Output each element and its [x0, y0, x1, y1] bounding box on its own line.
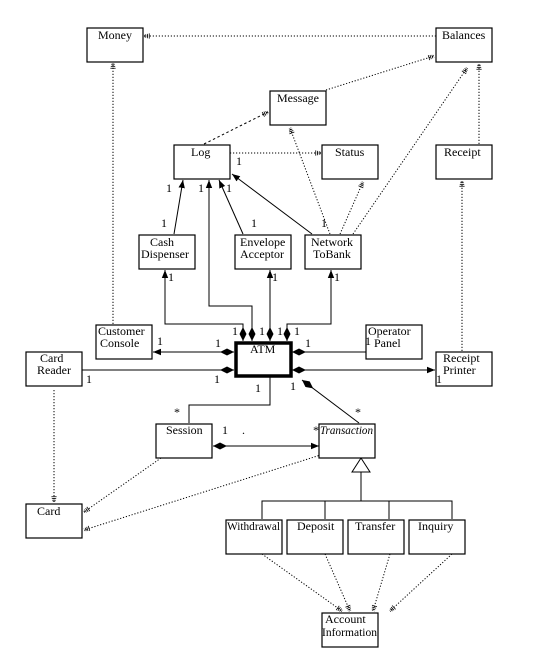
multiplicity: 1 [215, 336, 221, 350]
multiplicity: 1 [259, 324, 265, 338]
svg-text:Console: Console [100, 336, 139, 350]
svg-text:Account: Account [325, 612, 366, 626]
svg-text:Balances: Balances [442, 28, 486, 42]
association-links [82, 173, 435, 450]
multiplicity: * [355, 405, 361, 419]
svg-text:Receipt: Receipt [444, 145, 481, 159]
link-network-status [339, 182, 363, 235]
multiplicity: 1 [255, 381, 261, 395]
multiplicity: 1 [272, 270, 278, 284]
multiplicity: 1 [290, 379, 296, 393]
link-session-card [84, 457, 162, 512]
class-cash-dispenser[interactable]: CashDispenser [138, 234, 196, 270]
svg-text:Log: Log [191, 145, 210, 159]
multiplicity: 1 [436, 372, 442, 386]
svg-text:Acceptor: Acceptor [240, 247, 284, 261]
svg-text:Card: Card [37, 504, 60, 518]
class-withdrawal[interactable]: Withdrawal [225, 519, 283, 555]
link-deposit-account [324, 553, 350, 611]
link-transfer-account [373, 553, 391, 611]
class-card[interactable]: Card [25, 503, 83, 539]
svg-text:Session: Session [166, 423, 203, 437]
multiplicity: 1 [321, 216, 327, 230]
class-atm[interactable]: ATM [234, 341, 293, 378]
svg-text:Transaction: Transaction [320, 423, 373, 437]
class-receipt[interactable]: Receipt [435, 144, 493, 180]
inheritance-triangle-icon [351, 457, 371, 473]
class-envelope-acceptor[interactable]: EnvelopeAcceptor [234, 234, 292, 270]
multiplicity: * [174, 405, 180, 419]
class-message[interactable]: Message [269, 90, 327, 126]
class-money[interactable]: Money [86, 27, 144, 63]
class-balances[interactable]: Balances [435, 27, 493, 63]
svg-text:Panel: Panel [374, 336, 401, 350]
class-card-reader[interactable]: CardReader [25, 351, 83, 387]
multiplicity: 1 [161, 216, 167, 230]
multiplicity: 1 [305, 336, 311, 350]
svg-text:Money: Money [98, 28, 132, 42]
class-network-to-bank[interactable]: NetworkToBank [304, 234, 362, 270]
multiplicity: 1 [222, 423, 228, 437]
multiplicity: 1 [86, 372, 92, 386]
class-account-information[interactable]: AccountInformation [321, 612, 379, 648]
class-inquiry[interactable]: Inquiry [408, 519, 466, 555]
generalization-transaction [261, 457, 453, 519]
svg-text:ToBank: ToBank [313, 247, 351, 261]
class-log[interactable]: Log [173, 144, 231, 180]
svg-text:Message: Message [277, 91, 319, 105]
multiplicity-labels: 1 1 1 1 1 1 1 1 1 1 1 1 1 1 1 1 1 1 1 1 … [86, 154, 442, 437]
assoc-cash-log [173, 179, 185, 235]
inheritance-bar [261, 500, 453, 519]
svg-text:Withdrawal: Withdrawal [227, 519, 281, 533]
multiplicity: 1 [226, 181, 232, 195]
multiplicity: * [313, 423, 319, 437]
link-message-balances [325, 56, 434, 91]
svg-text:Reader: Reader [37, 363, 71, 377]
class-deposit[interactable]: Deposit [286, 519, 344, 555]
multiplicity: 1 [168, 270, 174, 284]
assoc-atm-transaction [301, 379, 360, 424]
svg-text:Transfer: Transfer [355, 519, 395, 533]
multiplicity: 1 [277, 324, 283, 338]
link-inquiry-account [390, 553, 453, 611]
multiplicity: 1 [236, 154, 242, 168]
multiplicity: 1 [166, 181, 172, 195]
class-transaction[interactable]: Transaction [318, 423, 376, 459]
svg-text:Printer: Printer [443, 363, 476, 377]
uml-class-diagram: Money Balances Message Log Status Receip… [25, 27, 493, 648]
svg-text:Information: Information [322, 625, 377, 639]
class-transfer[interactable]: Transfer [347, 519, 405, 555]
multiplicity: 1 [198, 181, 204, 195]
class-session[interactable]: Session [155, 423, 213, 459]
multiplicity: 1 [251, 216, 257, 230]
link-withdrawal-account [261, 553, 342, 611]
class-customer-console[interactable]: CustomerConsole [95, 324, 153, 360]
assoc-network-log [231, 173, 313, 235]
multiplicity: 1 [365, 334, 371, 348]
svg-text:Deposit: Deposit [297, 519, 335, 533]
svg-text:Status: Status [335, 145, 365, 159]
svg-text:Inquiry: Inquiry [418, 519, 453, 533]
class-receipt-printer[interactable]: ReceiptPrinter [435, 351, 493, 387]
multiplicity: 1 [334, 270, 340, 284]
class-operator-panel[interactable]: OperatorPanel [365, 324, 423, 360]
multiplicity: 1 [294, 324, 300, 338]
multiplicity: 1 [232, 324, 238, 338]
link-transaction-card [84, 451, 331, 530]
multiplicity: 1 [157, 334, 163, 348]
svg-text:ATM: ATM [250, 342, 276, 356]
multiplicity: 1 [214, 372, 220, 386]
link-log-message [203, 112, 268, 145]
svg-text:Dispenser: Dispenser [141, 247, 189, 261]
stray-mark: . [242, 423, 245, 437]
class-status[interactable]: Status [321, 144, 379, 180]
